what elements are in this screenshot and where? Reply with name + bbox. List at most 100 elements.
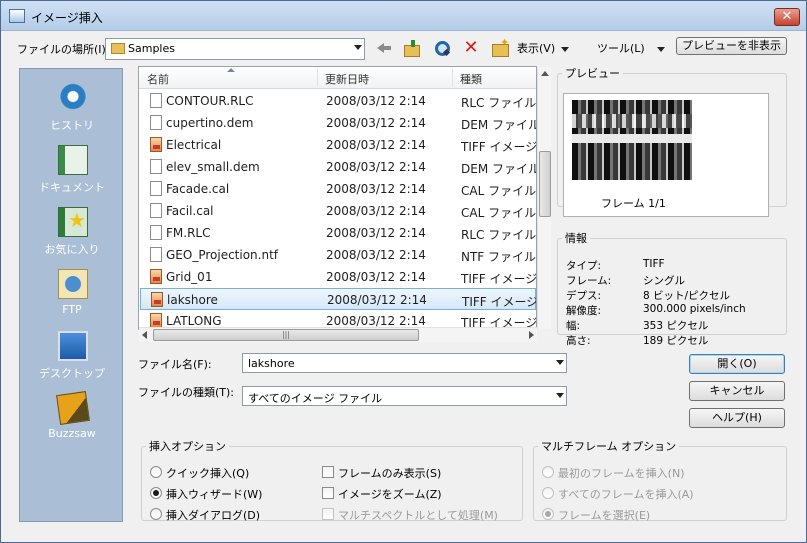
insert-mode-label: 挿入ダイアログ(D) [166,509,261,522]
filename-input[interactable]: lakshore [242,353,567,373]
table-row[interactable]: elev_small.dem 2008/03/12 2:14 DEM ファイル [140,156,536,178]
info-value: TIFF [643,258,665,270]
column-header-type[interactable]: 種類 [460,71,482,87]
scroll-thumb[interactable] [539,151,551,217]
file-date: 2008/03/12 2:14 [326,138,426,152]
file-type: TIFF イメージ [461,272,537,286]
file-icon [150,203,162,218]
info-value: 300.000 pixels/inch [643,303,746,315]
file-name: elev_small.dem [166,160,260,174]
insert-mode-radio[interactable] [150,466,162,478]
search-icon[interactable] [433,39,451,57]
file-type: CAL ファイル [461,184,537,198]
table-row[interactable]: lakshore 2008/03/12 2:14 TIFF イメージ [140,288,536,310]
hide-preview-button[interactable]: プレビューを非表示 [676,37,787,55]
file-type: TIFF イメージ [462,295,537,309]
back-icon[interactable] [375,39,393,57]
insert-option-label: マルチスペクトルとして処理(M) [338,509,498,522]
multiframe-label: フレームを選択(E) [558,509,651,522]
open-button[interactable]: 開く(O) [689,354,785,374]
file-date: 2008/03/12 2:14 [326,248,426,262]
scroll-left-icon[interactable] [142,331,147,339]
file-icon [150,159,162,174]
info-key: 幅: [566,320,581,332]
place-favorites[interactable]: お気に入り [20,201,124,261]
info-value: 353 ピクセル [643,320,709,332]
documents-icon [58,145,88,175]
info-key: 解像度: [566,305,602,317]
multiframe-radio [542,466,554,478]
place-history[interactable]: ヒストリ [20,77,124,137]
help-button[interactable]: ヘルプ(H) [689,408,785,428]
tiff-icon [150,269,162,284]
file-name: CONTOUR.RLC [166,94,254,108]
file-date: 2008/03/12 2:14 [326,94,426,108]
insert-option-checkbox[interactable] [322,487,334,499]
info-value: シングル [643,275,685,287]
preview-legend: プレビュー [565,67,620,80]
chevron-down-icon [556,360,564,365]
file-icon [150,115,162,130]
vertical-scrollbar[interactable] [537,67,551,329]
table-row[interactable]: CONTOUR.RLC 2008/03/12 2:14 RLC ファイル [140,90,536,112]
table-row[interactable]: Electrical 2008/03/12 2:14 TIFF イメージ [140,134,536,156]
column-header-name[interactable]: 名前 [147,71,169,87]
multiframe-options-group: マルチフレーム オプション 最初のフレームを挿入(N) すべてのフレームを挿入(A… [533,438,787,522]
insert-option-checkbox[interactable] [322,466,334,478]
view-menu[interactable]: 表示(V) [517,40,570,56]
file-date: 2008/03/12 2:14 [326,204,426,218]
new-folder-icon[interactable] [491,36,509,57]
scroll-right-icon[interactable] [529,331,534,339]
scroll-thumb[interactable]: ||| [153,329,419,341]
close-button[interactable]: ✕ [774,8,800,26]
file-type: RLC ファイル [461,228,537,242]
tiff-icon [151,292,163,307]
insert-option-label: フレームのみ表示(S) [338,467,442,480]
file-name: Facade.cal [166,182,230,196]
file-name: GEO_Projection.ntf [166,248,279,262]
lookin-value: Samples [128,42,175,55]
filetype-select[interactable]: すべてのイメージ ファイル [242,386,567,406]
multiframe-label: 最初のフレームを挿入(N) [558,467,685,480]
file-name: lakshore [167,293,218,307]
multiframe-options-legend: マルチフレーム オプション [541,440,677,453]
file-icon [150,225,162,240]
buzzsaw-icon [56,391,90,425]
insert-mode-radio[interactable] [150,508,162,520]
table-row[interactable]: Grid_01 2008/03/12 2:14 TIFF イメージ [140,266,536,288]
desktop-icon [58,331,88,361]
table-row[interactable]: Facil.cal 2008/03/12 2:14 CAL ファイル [140,200,536,222]
up-folder-icon[interactable] [403,39,421,57]
file-icon [150,93,162,108]
file-date: 2008/03/12 2:14 [326,270,426,284]
file-type: DEM ファイル [461,162,537,176]
table-row[interactable]: FM.RLC 2008/03/12 2:14 RLC ファイル [140,222,536,244]
file-type: CAL ファイル [461,206,537,220]
place-label: お気に入り [44,243,100,256]
place-label: FTP [62,303,82,316]
info-key: 高さ: [566,335,591,347]
file-icon [150,247,162,262]
table-row[interactable]: GEO_Projection.ntf 2008/03/12 2:14 NTF ファイ… [140,244,536,266]
place-ftp[interactable]: FTP [20,263,124,323]
delete-icon[interactable]: ✕ [462,39,480,57]
insert-option-checkbox [322,508,334,520]
app-icon [9,9,25,23]
frame-counter: フレーム 1/1 [601,197,666,210]
place-desktop[interactable]: デスクトップ [20,325,124,385]
table-row[interactable]: cupertino.dem 2008/03/12 2:14 DEM ファイル [140,112,536,134]
preview-group: プレビュー フレーム 1/1 [557,65,787,217]
scroll-up-icon[interactable] [541,71,549,76]
cancel-button[interactable]: キャンセル [689,381,785,401]
column-header-date[interactable]: 更新日時 [325,71,369,87]
place-buzzsaw[interactable]: Buzzsaw [20,387,124,447]
lookin-combo[interactable]: Samples [105,38,365,60]
insert-mode-radio[interactable] [150,487,162,499]
filename-value: lakshore [248,357,295,370]
file-name: LATLONG [166,314,222,328]
tools-menu[interactable]: ツール(L) [597,40,665,56]
place-documents[interactable]: ドキュメント [20,139,124,199]
horizontal-scrollbar[interactable]: ||| [139,327,537,342]
table-row[interactable]: Facade.cal 2008/03/12 2:14 CAL ファイル [140,178,536,200]
file-type: RLC ファイル [461,96,537,110]
